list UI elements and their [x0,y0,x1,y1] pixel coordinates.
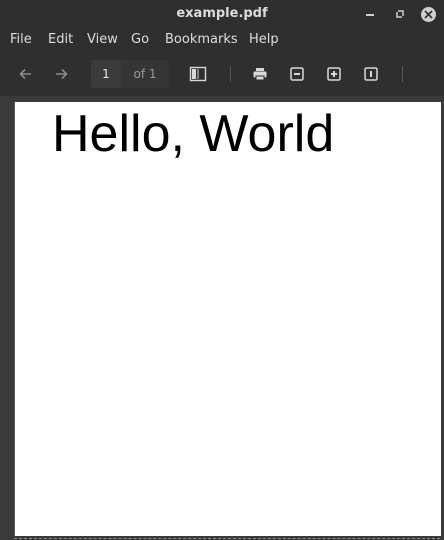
zoom-out-button[interactable] [286,63,308,85]
pdf-viewer-window: example.pdf File Edit View Go Bookmarks [0,0,444,540]
maximize-icon [396,10,404,18]
print-button[interactable] [249,63,271,85]
minimize-icon [366,14,374,16]
zoom-fit-button[interactable] [360,63,382,85]
toolbar: 1 of 1 [0,52,444,96]
title-bar: example.pdf [0,0,444,28]
minimize-button[interactable] [362,6,378,22]
close-icon [420,6,436,22]
zoom-out-icon [290,67,304,81]
pdf-page: Hello, World [14,102,441,536]
zoom-fit-icon [364,67,378,81]
back-arrow-icon [19,68,31,80]
print-icon [253,68,267,81]
page-bottom-edge [14,538,440,539]
menu-view[interactable]: View [87,28,118,52]
toolbar-separator [402,66,403,82]
zoom-in-icon [327,67,341,81]
page-number-input[interactable]: 1 [91,60,121,88]
sidebar-toggle-button[interactable] [187,63,209,85]
forward-button[interactable] [50,63,72,85]
zoom-in-button[interactable] [323,63,345,85]
menu-bar: File Edit View Go Bookmarks Help [0,28,444,52]
page-total-label: of 1 [121,60,169,88]
menu-bookmarks[interactable]: Bookmarks [165,28,238,52]
toolbar-separator [230,66,231,82]
menu-help[interactable]: Help [249,28,279,52]
sidebar-toggle-icon [189,66,207,82]
back-button[interactable] [15,63,37,85]
menu-file[interactable]: File [10,28,32,52]
maximize-button[interactable] [392,6,408,22]
menu-go[interactable]: Go [131,28,149,52]
forward-arrow-icon [56,68,68,80]
menu-edit[interactable]: Edit [48,28,73,52]
document-view[interactable]: Hello, World [0,96,444,540]
page-text: Hello, World [52,105,335,163]
close-button[interactable] [420,6,436,22]
